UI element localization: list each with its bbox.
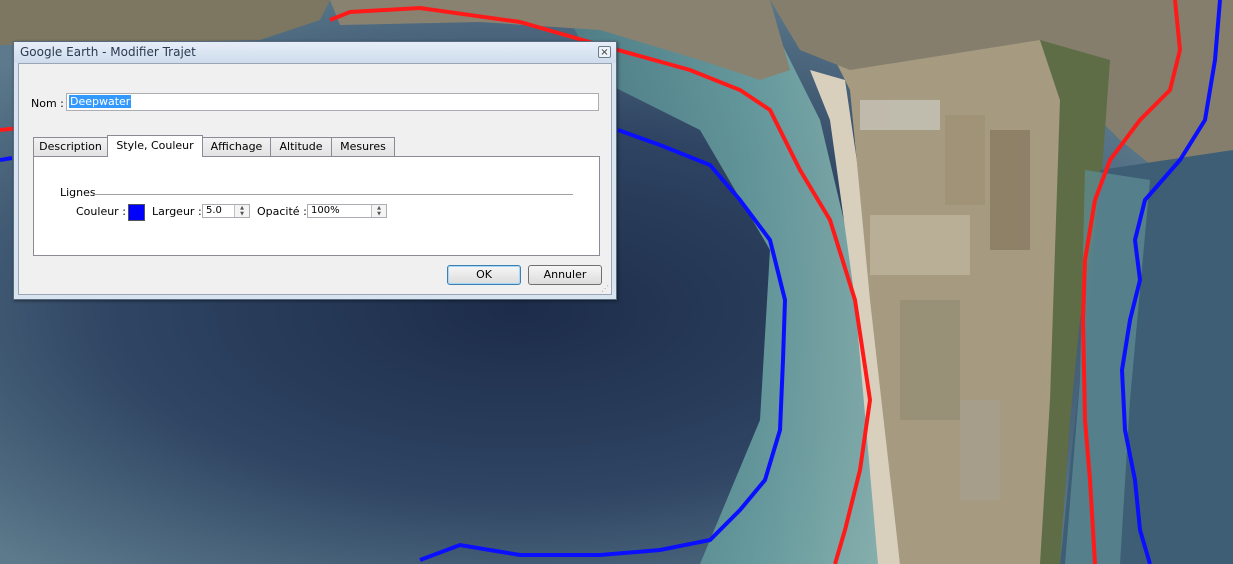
- tab-description[interactable]: Description: [33, 137, 108, 156]
- close-button[interactable]: ×: [598, 46, 611, 58]
- cancel-button[interactable]: Annuler: [528, 265, 602, 285]
- opacity-spinner[interactable]: 100% ▲ ▼: [307, 204, 387, 218]
- width-value: 5.0: [206, 205, 222, 216]
- name-label: Nom :: [31, 97, 64, 110]
- resize-grip-icon[interactable]: ⋰: [601, 284, 609, 293]
- tab-altitude[interactable]: Altitude: [270, 137, 332, 156]
- close-icon: ×: [600, 47, 609, 58]
- name-input[interactable]: Deepwater: [66, 93, 599, 111]
- opacity-label: Opacité :: [257, 205, 307, 218]
- tab-style-color[interactable]: Style, Couleur: [107, 135, 203, 157]
- opacity-spin-arrows[interactable]: ▲ ▼: [371, 205, 386, 217]
- opacity-value: 100%: [311, 205, 340, 216]
- spin-down-icon[interactable]: ▼: [235, 211, 249, 217]
- line-color-swatch[interactable]: [128, 204, 145, 221]
- style-color-panel: Lignes Couleur : Largeur : 5.0 ▲ ▼ Opaci…: [33, 156, 600, 256]
- edit-path-dialog: Google Earth - Modifier Trajet × Nom : D…: [13, 41, 617, 300]
- lines-group-label: Lignes: [60, 186, 96, 199]
- width-label: Largeur :: [152, 205, 202, 218]
- ok-button[interactable]: OK: [447, 265, 521, 285]
- dialog-title: Google Earth - Modifier Trajet: [20, 45, 196, 59]
- width-spinner[interactable]: 5.0 ▲ ▼: [202, 204, 250, 218]
- color-label: Couleur :: [76, 205, 126, 218]
- width-spin-arrows[interactable]: ▲ ▼: [234, 205, 249, 217]
- tab-measurements[interactable]: Mesures: [331, 137, 395, 156]
- spin-down-icon[interactable]: ▼: [372, 211, 386, 217]
- dialog-body: Nom : Deepwater Description Style, Coule…: [18, 63, 612, 295]
- tab-display[interactable]: Affichage: [202, 137, 271, 156]
- group-divider: [93, 194, 573, 195]
- name-input-value: Deepwater: [69, 95, 132, 108]
- dialog-titlebar[interactable]: Google Earth - Modifier Trajet ×: [14, 42, 616, 63]
